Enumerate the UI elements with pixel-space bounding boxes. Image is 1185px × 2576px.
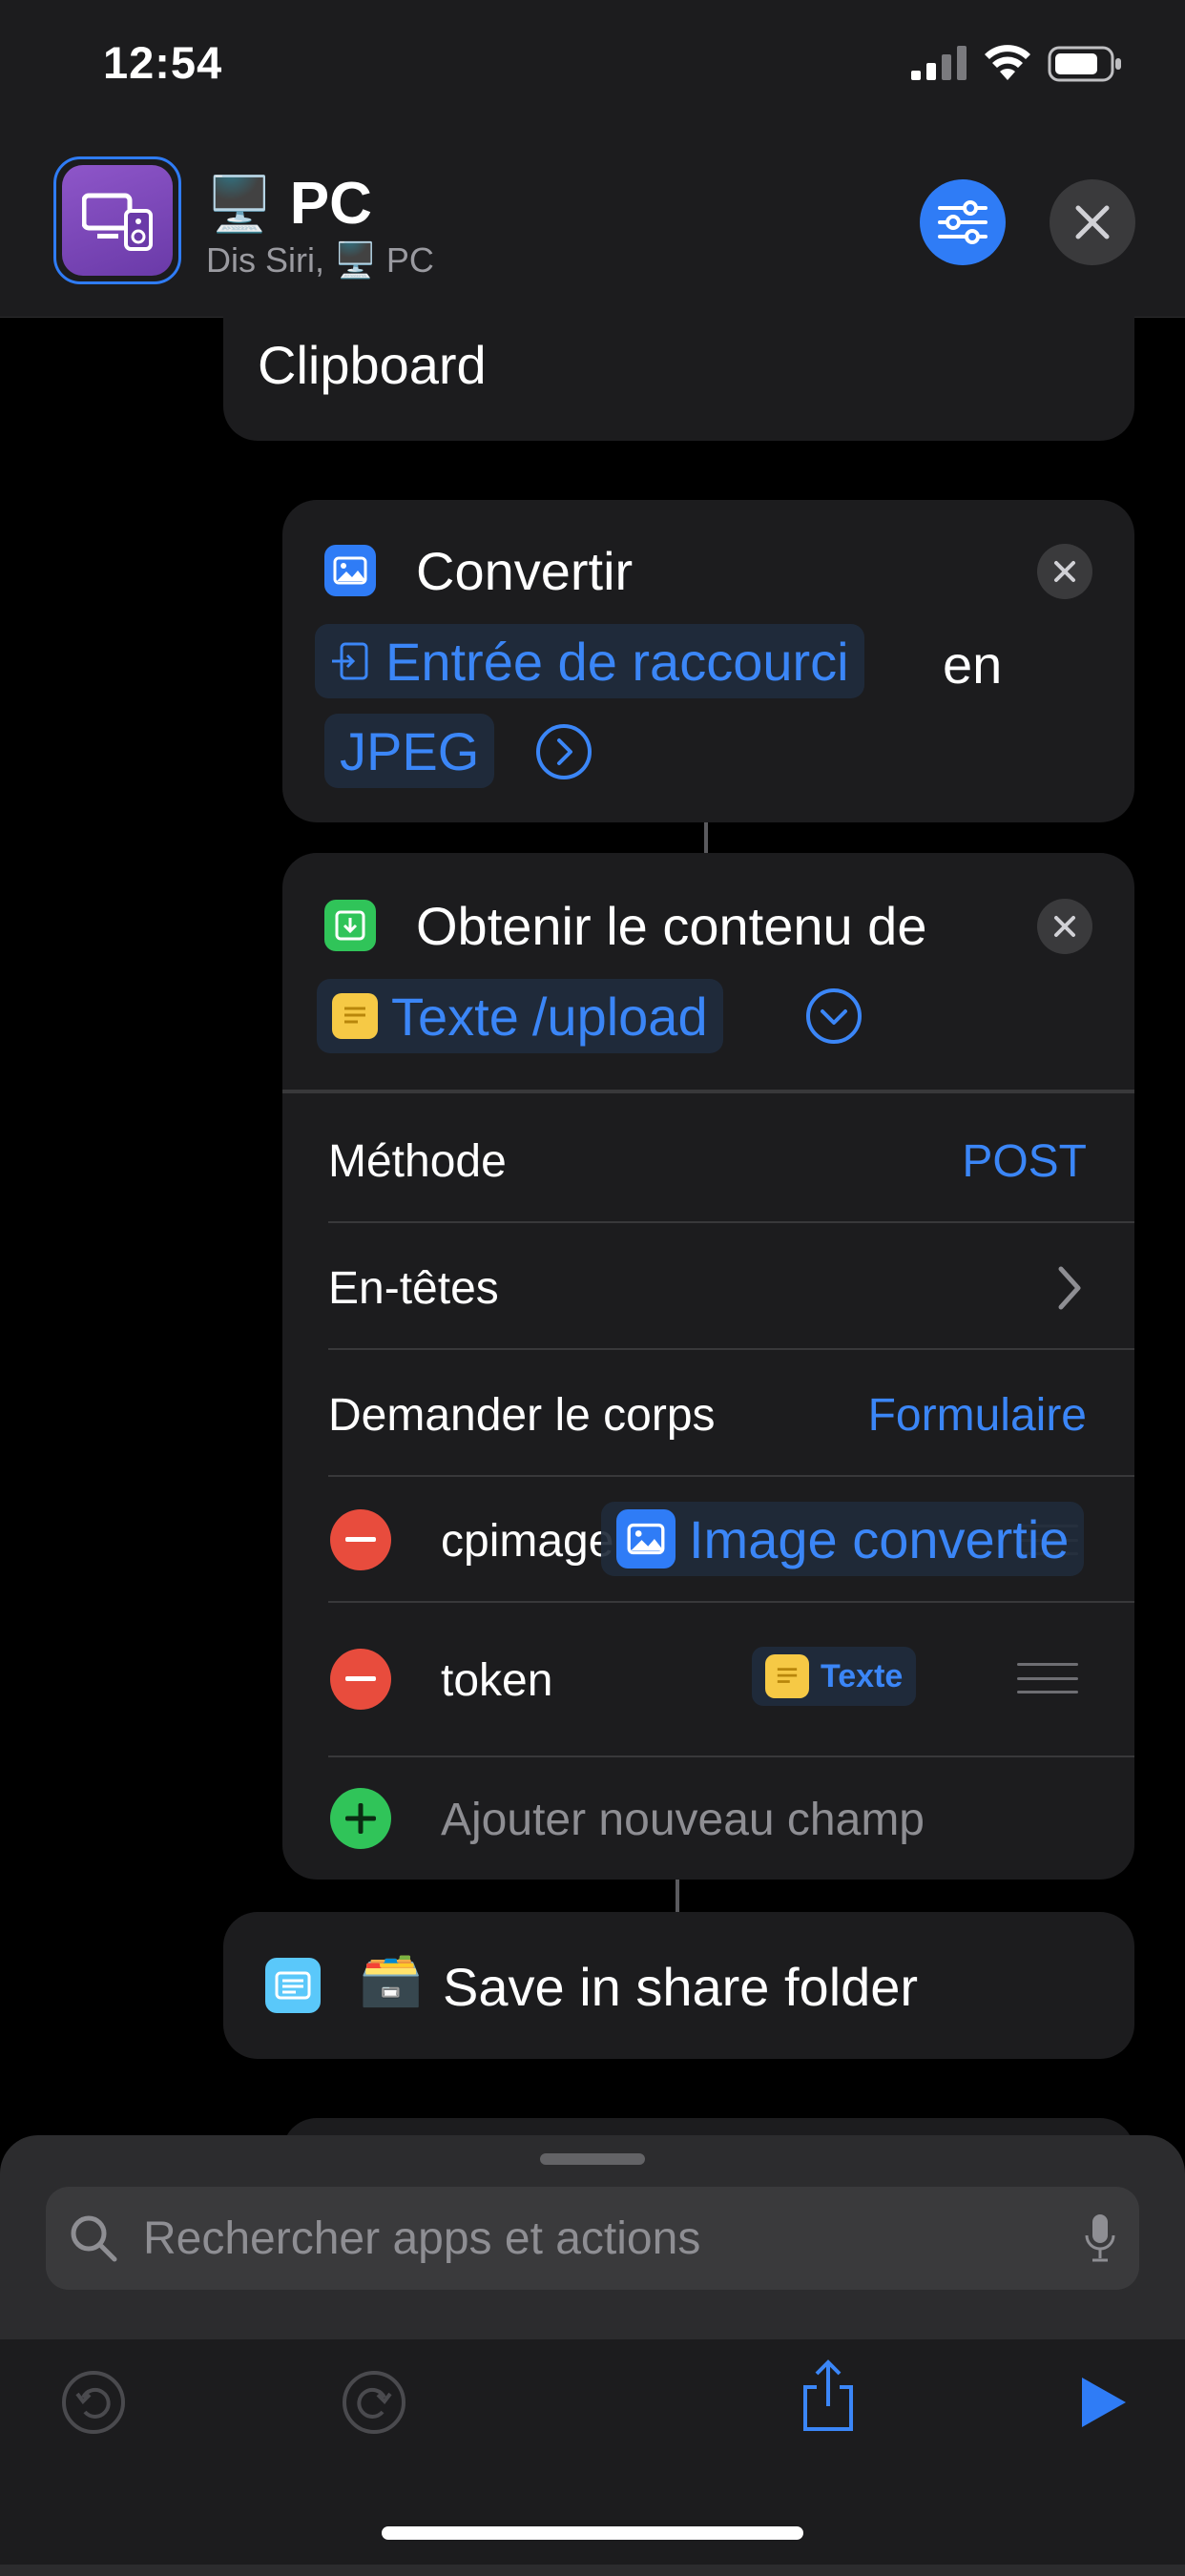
settings-sliders-icon	[938, 200, 988, 244]
close-icon	[1054, 916, 1075, 937]
remove-field-button[interactable]	[330, 1649, 391, 1710]
chevron-right-circle-icon	[536, 724, 592, 779]
text-doc-icon	[332, 993, 378, 1039]
field-key[interactable]: token	[441, 1654, 552, 1707]
clipboard-label: Clipboard	[258, 335, 487, 395]
shortcut-input-icon	[332, 642, 368, 680]
status-time: 12:54	[103, 37, 223, 88]
action-connector	[676, 1880, 679, 1912]
url-token-label: Texte	[391, 986, 519, 1047]
sheet-grabber[interactable]	[540, 2153, 645, 2165]
row-separator	[328, 1348, 1134, 1350]
minus-icon	[345, 1537, 376, 1542]
field-value-token[interactable]: Image convertie	[601, 1502, 1085, 1576]
action-connector	[704, 822, 708, 853]
redo-icon	[343, 2371, 405, 2434]
signal-icon	[911, 46, 967, 80]
convert-connector-word: en	[943, 634, 1003, 695]
monitor-icon: 🖥️	[206, 173, 273, 234]
search-bar[interactable]	[46, 2187, 1139, 2290]
page-title: PC	[289, 171, 372, 237]
close-icon	[1054, 561, 1075, 582]
download-icon	[324, 900, 376, 951]
field-value-token[interactable]: Texte	[752, 1647, 917, 1706]
headers-label[interactable]: En-têtes	[328, 1262, 499, 1315]
add-field-label[interactable]: Ajouter nouveau champ	[441, 1794, 925, 1846]
file-cabinet-icon: 🗃️	[359, 1951, 424, 2008]
search-input[interactable]	[141, 2211, 1061, 2266]
undo-icon	[62, 2371, 125, 2434]
share-button[interactable]	[790, 2358, 866, 2435]
home-indicator	[382, 2526, 803, 2540]
format-token[interactable]: JPEG	[324, 714, 495, 788]
shortcut-icon	[265, 1958, 321, 2013]
method-value[interactable]: POST	[962, 1135, 1087, 1188]
collapse-options-button[interactable]	[804, 987, 863, 1050]
format-label: JPEG	[340, 720, 480, 781]
row-separator	[328, 1221, 1134, 1223]
monitor-icon: 🖥️	[334, 240, 377, 280]
chevron-down-circle-icon	[806, 988, 862, 1044]
shortcut-input-token[interactable]: Entrée de raccourci	[315, 624, 864, 698]
plus-icon	[345, 1803, 376, 1834]
method-label: Méthode	[328, 1136, 507, 1187]
section-divider	[282, 1090, 1134, 1093]
shortcut-app-icon[interactable]	[53, 156, 181, 284]
url-token[interactable]: Texte /upload	[317, 979, 723, 1053]
remove-action-button[interactable]	[1037, 544, 1092, 599]
request-body-label: Demander le corps	[328, 1390, 716, 1441]
save-action-title: Save in share folder	[443, 1957, 919, 2017]
settings-button[interactable]	[920, 179, 1006, 265]
remove-action-button[interactable]	[1037, 899, 1092, 954]
chevron-right-icon[interactable]	[1055, 1263, 1084, 1313]
field-value-label: Image convertie	[689, 1508, 1070, 1569]
reorder-icon[interactable]	[1017, 1663, 1078, 1693]
siri-prefix: Dis Siri,	[206, 240, 324, 280]
field-value-label: Texte	[821, 1657, 904, 1694]
row-separator	[328, 1475, 1134, 1477]
photo-icon	[616, 1509, 676, 1568]
shortcut-icon	[82, 193, 153, 251]
row-separator	[328, 1601, 1134, 1603]
siri-name: PC	[385, 240, 434, 280]
microphone-icon[interactable]	[1084, 2212, 1116, 2264]
search-icon	[71, 2215, 117, 2262]
redo-button[interactable]	[336, 2364, 412, 2441]
close-icon	[1075, 205, 1110, 239]
add-field-button[interactable]	[330, 1788, 391, 1849]
get-contents-title: Obtenir le contenu de	[416, 896, 927, 956]
wifi-icon	[985, 45, 1030, 80]
close-button[interactable]	[1050, 179, 1135, 265]
shortcut-title[interactable]: 🖥️ PC	[206, 170, 372, 238]
battery-icon	[1048, 46, 1121, 82]
expand-options-button[interactable]	[534, 722, 593, 786]
text-doc-icon	[765, 1654, 809, 1698]
request-body-value[interactable]: Formulaire	[868, 1389, 1087, 1442]
play-icon	[1082, 2378, 1126, 2427]
run-button[interactable]	[1065, 2364, 1141, 2441]
undo-button[interactable]	[55, 2364, 132, 2441]
convert-title: Convertir	[416, 541, 634, 601]
remove-field-button[interactable]	[330, 1509, 391, 1570]
siri-phrase: Dis Siri, 🖥️ PC	[206, 240, 434, 280]
minus-icon	[345, 1676, 376, 1681]
field-key[interactable]: cpimage	[441, 1515, 613, 1568]
share-icon	[803, 2359, 853, 2431]
photo-icon	[324, 545, 376, 596]
url-suffix: /upload	[531, 986, 708, 1047]
shortcut-input-label: Entrée de raccourci	[385, 631, 849, 692]
row-separator	[328, 1755, 1134, 1757]
